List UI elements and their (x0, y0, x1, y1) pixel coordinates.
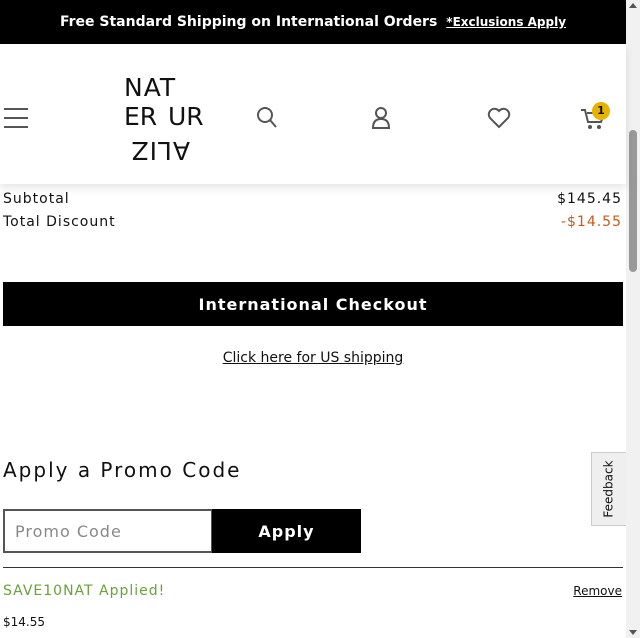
subtotal-value: $145.45 (557, 191, 622, 207)
search-icon[interactable] (256, 106, 278, 134)
divider (3, 567, 623, 568)
us-shipping-link[interactable]: Click here for US shipping (0, 350, 626, 366)
banner-message: Free Standard Shipping on International … (59, 14, 438, 30)
page-scrollbar[interactable] (626, 0, 640, 638)
international-checkout-button[interactable]: International Checkout (3, 282, 623, 326)
promo-applied-message: SAVE10NAT Applied! (3, 583, 166, 599)
promo-title: Apply a Promo Code (3, 458, 242, 482)
scroll-up-icon[interactable] (629, 3, 637, 8)
brand-logo[interactable]: NAT ER UR ALIZ (124, 73, 204, 165)
scroll-thumb[interactable] (629, 130, 637, 272)
scroll-down-icon[interactable] (629, 630, 637, 635)
promo-banner: Free Standard Shipping on International … (0, 0, 626, 44)
remove-promo-link[interactable]: Remove (573, 584, 622, 598)
site-header: NAT ER UR ALIZ 1 (0, 44, 626, 184)
subtotal-label: Subtotal (3, 191, 70, 207)
feedback-tab[interactable]: Feedback (591, 452, 626, 526)
menu-icon[interactable] (4, 108, 28, 130)
discount-value: -$14.55 (560, 214, 622, 230)
exclusions-link[interactable]: *Exclusions Apply (446, 15, 566, 29)
discount-row: Total Discount -$14.55 (3, 214, 622, 230)
logo-bottom: ALIZ (130, 136, 190, 165)
feedback-label: Feedback (602, 460, 616, 518)
wishlist-icon[interactable] (487, 107, 511, 133)
account-icon[interactable] (371, 106, 391, 134)
logo-top: NAT (124, 73, 177, 102)
cart-count-badge: 1 (592, 102, 610, 120)
logo-left-col: ER (124, 102, 158, 131)
promo-code-input[interactable] (3, 509, 213, 553)
discount-label: Total Discount (3, 214, 116, 230)
promo-discount-amount: $14.55 (3, 615, 45, 629)
apply-promo-button[interactable]: Apply (212, 509, 361, 553)
logo-right-col: UR (168, 102, 204, 131)
subtotal-row: Subtotal $145.45 (3, 191, 622, 207)
